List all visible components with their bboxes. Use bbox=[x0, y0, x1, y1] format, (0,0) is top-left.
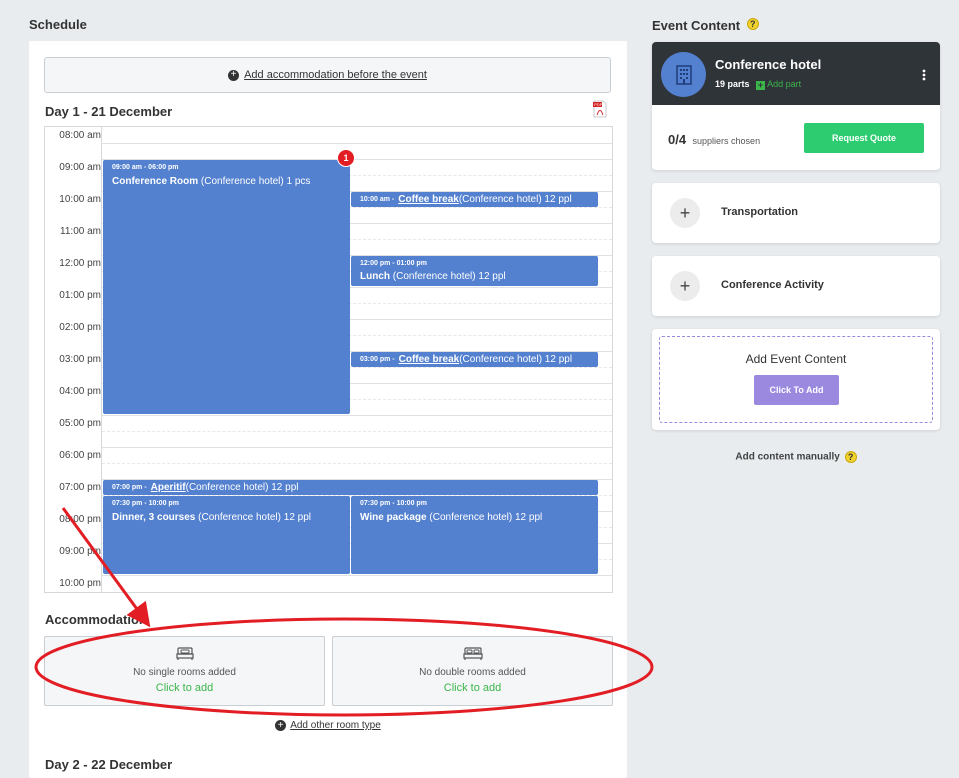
annotation-ellipse bbox=[34, 617, 654, 717]
annotation-overlay bbox=[34, 507, 654, 717]
annotation-arrow bbox=[61, 507, 151, 628]
